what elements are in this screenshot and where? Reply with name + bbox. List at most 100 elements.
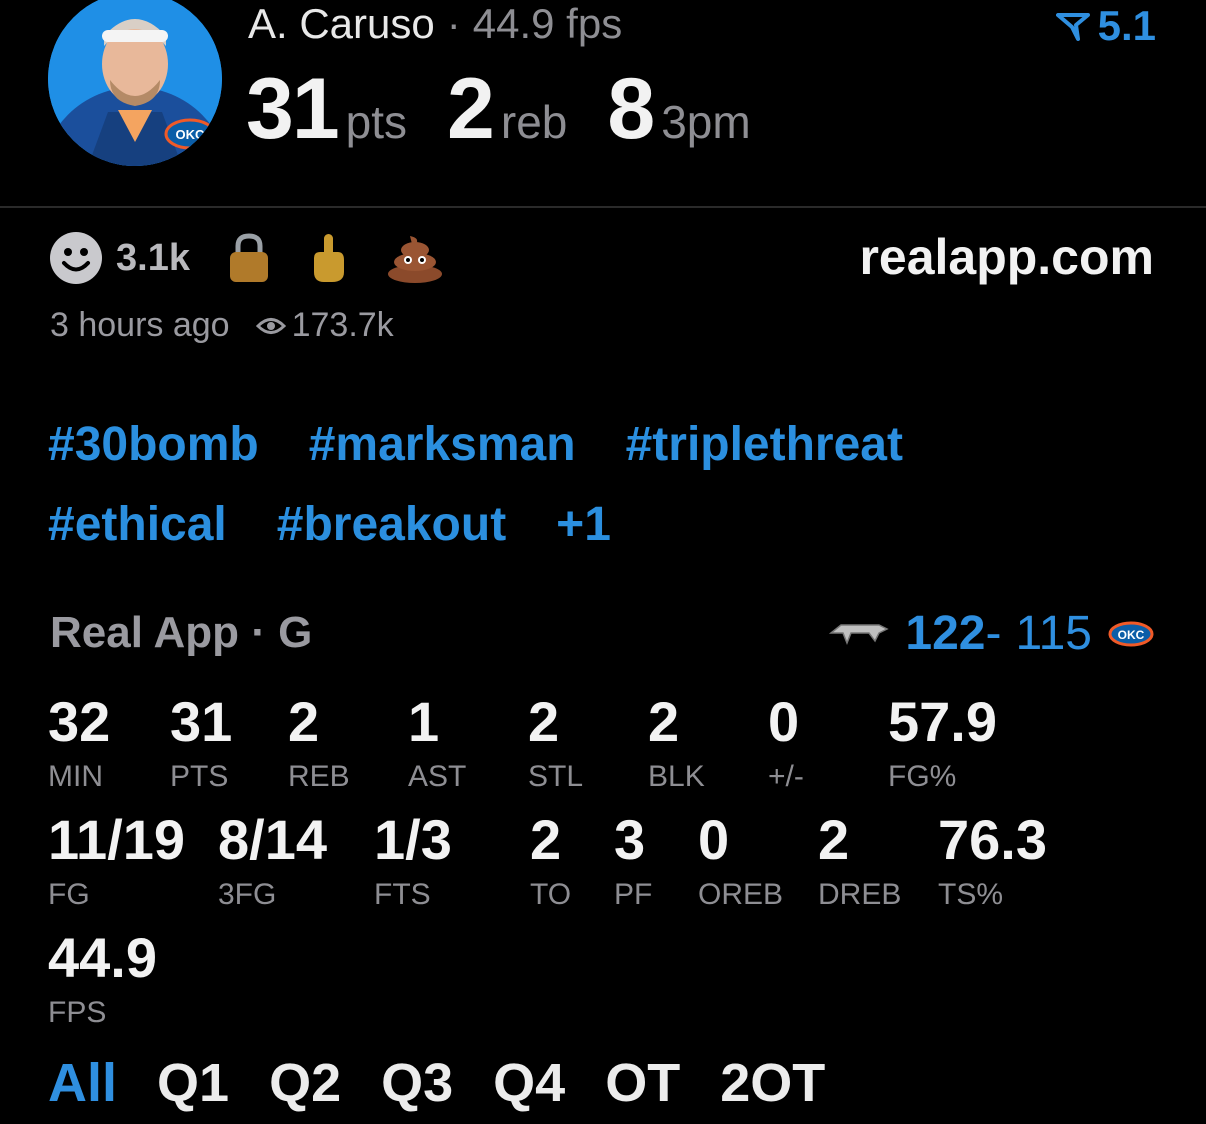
headline-statline: 31 pts 2 reb 8 3pm xyxy=(246,60,791,159)
box-stat-value: 2 xyxy=(288,690,320,753)
box-stat-label: REB xyxy=(288,760,350,793)
view-count-value: 173.7k xyxy=(291,306,394,344)
box-stat-label: 3FG xyxy=(218,878,277,911)
headline-stat-unit: 3pm xyxy=(661,96,751,148)
tab-2ot[interactable]: 2OT xyxy=(720,1052,825,1114)
avatar-image: OKC xyxy=(48,0,222,166)
hashtag-list: #30bomb #marksman #triplethreat #ethical… xyxy=(48,404,1048,564)
headline-stat-value: 2 xyxy=(447,61,495,157)
okc-logo-text: OKC xyxy=(1118,628,1145,642)
box-stat: 2 DREB xyxy=(818,812,901,912)
box-stat-value: 1 xyxy=(408,690,440,753)
box-stat-label: MIN xyxy=(48,760,103,793)
box-stat-label: FG xyxy=(48,878,90,911)
box-stat: 2 TO xyxy=(530,812,571,912)
tab-q1[interactable]: Q1 xyxy=(157,1052,229,1114)
avatar-team-badge-text: OKC xyxy=(176,127,206,142)
score-left: 122 xyxy=(905,607,986,660)
box-stat: 1/3 FTS xyxy=(374,812,452,912)
box-stat-value: 3 xyxy=(614,808,646,871)
player-name[interactable]: A. Caruso xyxy=(248,0,435,47)
box-stat-value: 76.3 xyxy=(938,808,1047,871)
box-stat-value: 2 xyxy=(530,808,562,871)
box-stat: 44.9 FPS xyxy=(48,930,157,1030)
tab-q3[interactable]: Q3 xyxy=(381,1052,453,1114)
more-hashtags-button[interactable]: +1 xyxy=(556,497,611,552)
finger-icon xyxy=(313,234,344,282)
okc-logo-icon: OKC xyxy=(1108,621,1154,646)
header-separator: · xyxy=(446,0,461,47)
box-stat-label: TS% xyxy=(938,878,1004,911)
headline-stat-value: 31 xyxy=(246,61,340,157)
player-avatar[interactable]: OKC xyxy=(48,0,222,166)
tab-q4[interactable]: Q4 xyxy=(493,1052,565,1114)
vote-arrow-icon xyxy=(1055,13,1090,41)
box-stat: 8/14 3FG xyxy=(218,812,327,912)
box-stat-value: 1/3 xyxy=(374,808,452,871)
box-stat: 31 PTS xyxy=(170,694,232,794)
box-stat-value: 57.9 xyxy=(888,690,997,753)
box-stat-label: BLK xyxy=(648,760,705,793)
tab-q2[interactable]: Q2 xyxy=(269,1052,341,1114)
view-count: 173.7k xyxy=(255,306,394,345)
box-stat-label: DREB xyxy=(818,878,902,911)
tab-all[interactable]: All xyxy=(48,1052,117,1114)
game-score[interactable]: 122-115 OKC xyxy=(829,606,1156,661)
hashtag[interactable]: #ethical xyxy=(48,497,227,552)
lock-icon xyxy=(229,233,268,282)
post-meta: 3 hours ago 173.7k xyxy=(50,306,394,345)
quarter-tabs: All Q1 Q2 Q3 Q4 OT 2OT xyxy=(48,1052,865,1114)
box-stat: 0 OREB xyxy=(698,812,783,912)
box-stat-value: 0 xyxy=(698,808,730,871)
hashtag-row: #30bomb #marksman #triplethreat xyxy=(48,404,1048,484)
smile-reaction-button[interactable]: 3.1k xyxy=(48,230,190,286)
box-stat: 3 PF xyxy=(614,812,652,912)
box-stat-value: 2 xyxy=(528,690,560,753)
box-stat: 2 BLK xyxy=(648,694,705,794)
eye-icon xyxy=(255,317,286,334)
game-title: Real App · G xyxy=(50,608,313,657)
box-stat-value: 2 xyxy=(818,808,850,871)
box-stat: 2 REB xyxy=(288,694,350,794)
box-stat-label: FTS xyxy=(374,878,431,911)
box-stat: 76.3 TS% xyxy=(938,812,1047,912)
box-stat: 2 STL xyxy=(528,694,583,794)
tab-ot[interactable]: OT xyxy=(605,1052,680,1114)
finger-reaction-button[interactable] xyxy=(308,232,348,284)
box-stat-label: PTS xyxy=(170,760,229,793)
hashtag[interactable]: #breakout xyxy=(277,497,506,552)
spurs-logo-icon xyxy=(829,623,890,645)
box-stat-value: 11/19 xyxy=(48,808,186,871)
box-stat-label: +/- xyxy=(768,760,804,793)
poop-icon xyxy=(387,236,442,283)
box-stat-value: 44.9 xyxy=(48,926,157,989)
smile-icon xyxy=(50,232,102,284)
header-fps: 44.9 fps xyxy=(472,0,623,47)
hashtag-row: #ethical #breakout +1 xyxy=(48,484,1048,564)
box-stat-label: FPS xyxy=(48,996,107,1029)
box-stat-label: FG% xyxy=(888,760,957,793)
box-stat-value: 32 xyxy=(48,690,111,753)
hashtag[interactable]: #triplethreat xyxy=(626,417,903,472)
score-right: 115 xyxy=(1015,607,1092,660)
hashtag[interactable]: #marksman xyxy=(309,417,576,472)
rating-value: 5.1 xyxy=(1097,2,1156,49)
score-dash: - xyxy=(985,607,1002,660)
reaction-bar: 3.1k xyxy=(48,230,482,286)
headline-stat-value: 8 xyxy=(607,61,655,157)
box-stat-label: OREB xyxy=(698,878,784,911)
site-link[interactable]: realapp.com xyxy=(859,228,1154,286)
box-stat: 57.9 FG% xyxy=(888,694,997,794)
poop-reaction-button[interactable] xyxy=(386,232,444,284)
box-stat-label: TO xyxy=(530,878,572,911)
player-header-line: A. Caruso · 44.9 fps xyxy=(248,0,622,48)
headline-stat-unit: reb xyxy=(500,96,568,148)
box-stat-label: AST xyxy=(408,760,467,793)
box-stat: 0 +/- xyxy=(768,694,804,794)
hashtag[interactable]: #30bomb xyxy=(48,417,259,472)
header-divider xyxy=(0,206,1206,208)
box-stat: 11/19 FG xyxy=(48,812,185,912)
rating-badge[interactable]: 5.1 xyxy=(1055,2,1156,50)
lock-reaction-button[interactable] xyxy=(228,232,270,284)
smile-reaction-count: 3.1k xyxy=(116,236,190,279)
